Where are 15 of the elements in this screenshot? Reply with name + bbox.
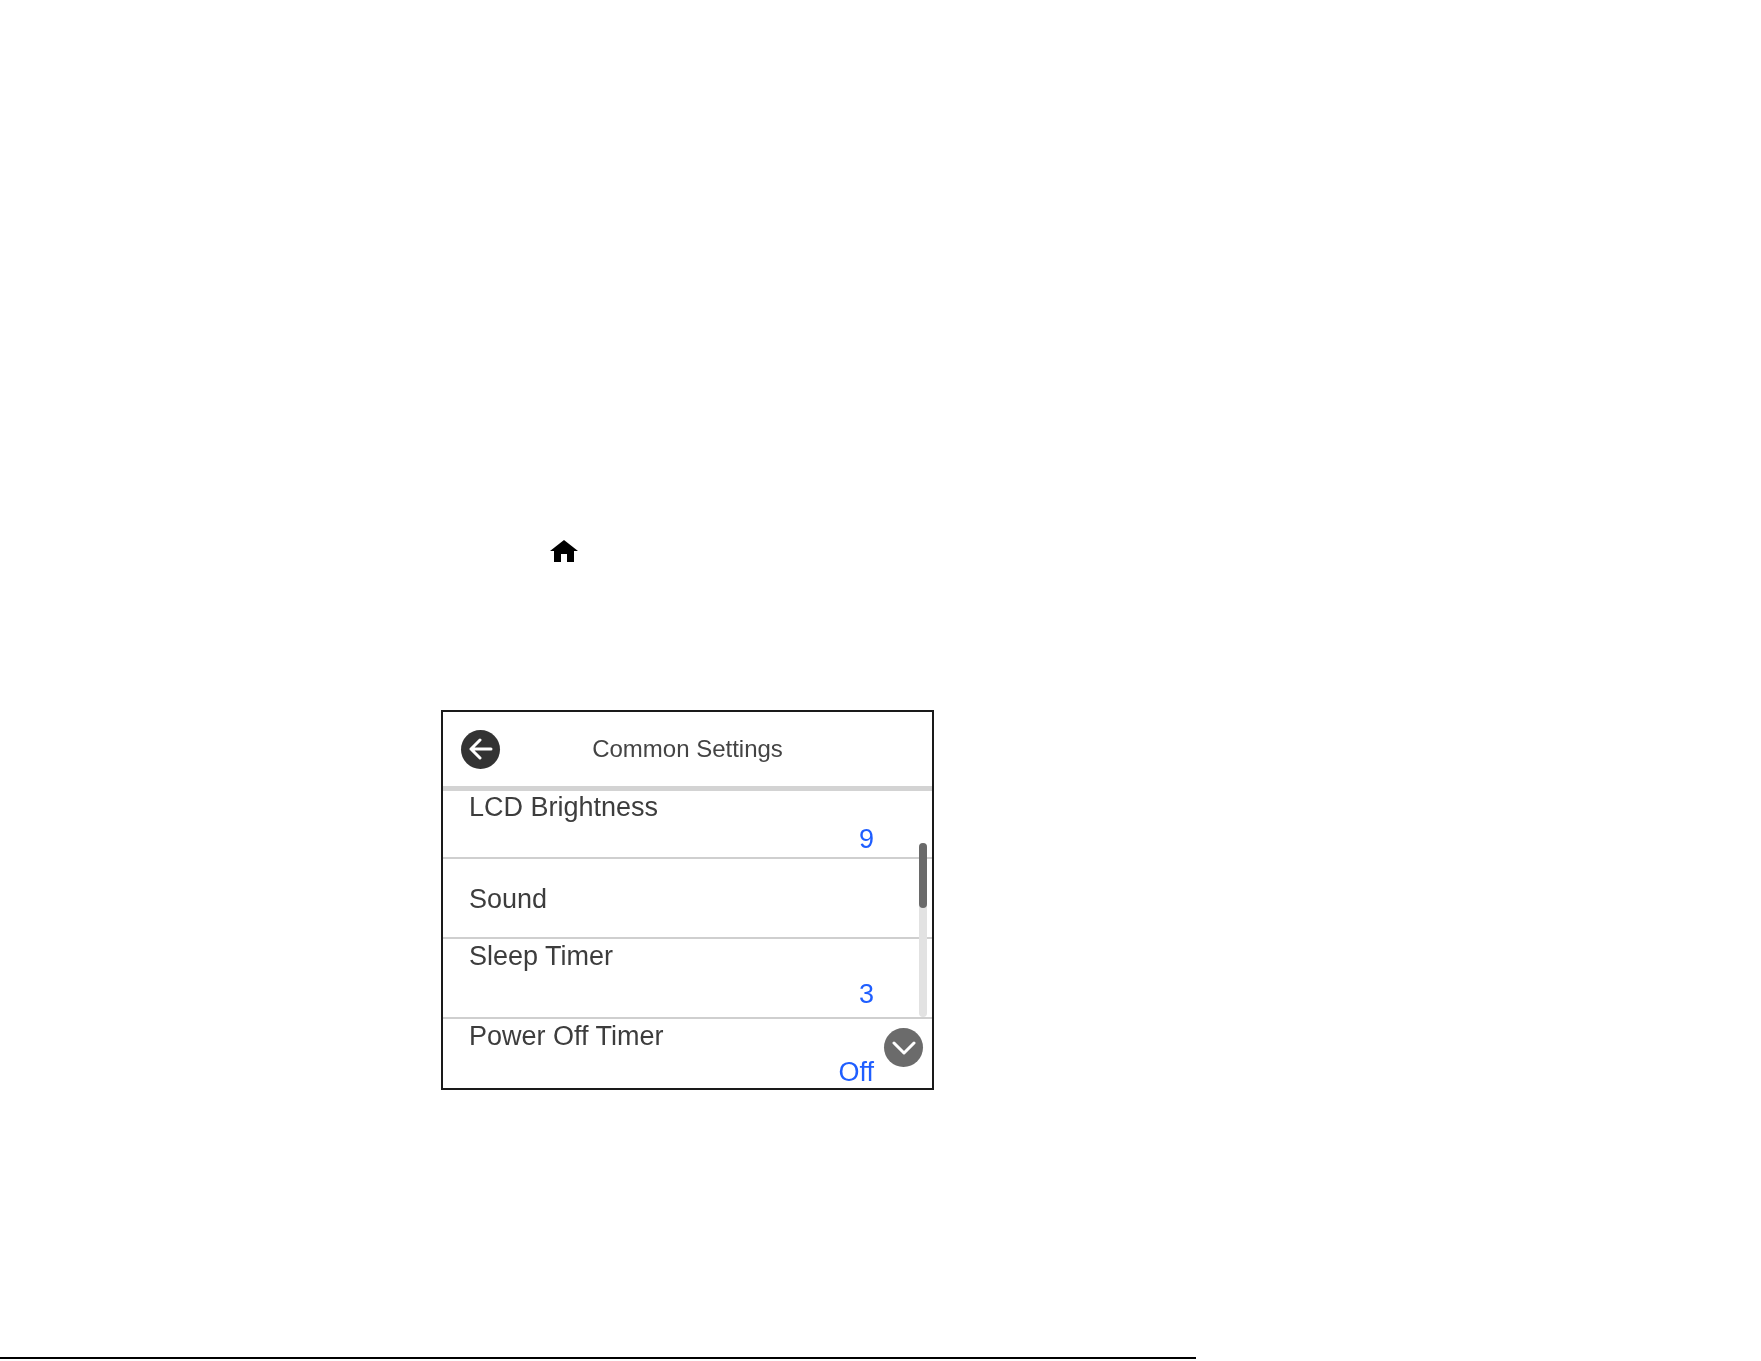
setting-value: Off <box>838 1056 874 1088</box>
home-icon <box>550 540 578 562</box>
left-arrow-icon <box>468 738 493 760</box>
setting-label: Sleep Timer <box>469 940 614 972</box>
scroll-down-button[interactable] <box>884 1028 923 1067</box>
setting-item[interactable]: Power Off Timer Off <box>443 1019 932 1088</box>
setting-label: LCD Brightness <box>469 791 659 823</box>
chevron-down-icon <box>891 1040 916 1055</box>
screen-title: Common Settings <box>592 734 783 764</box>
setting-value: 9 <box>858 823 874 855</box>
setting-label: Power Off Timer <box>469 1020 664 1052</box>
back-button[interactable] <box>461 729 500 769</box>
setting-value: 3 <box>858 978 874 1010</box>
scrollbar-thumb[interactable] <box>919 843 927 908</box>
setting-label: Sound <box>469 882 548 915</box>
